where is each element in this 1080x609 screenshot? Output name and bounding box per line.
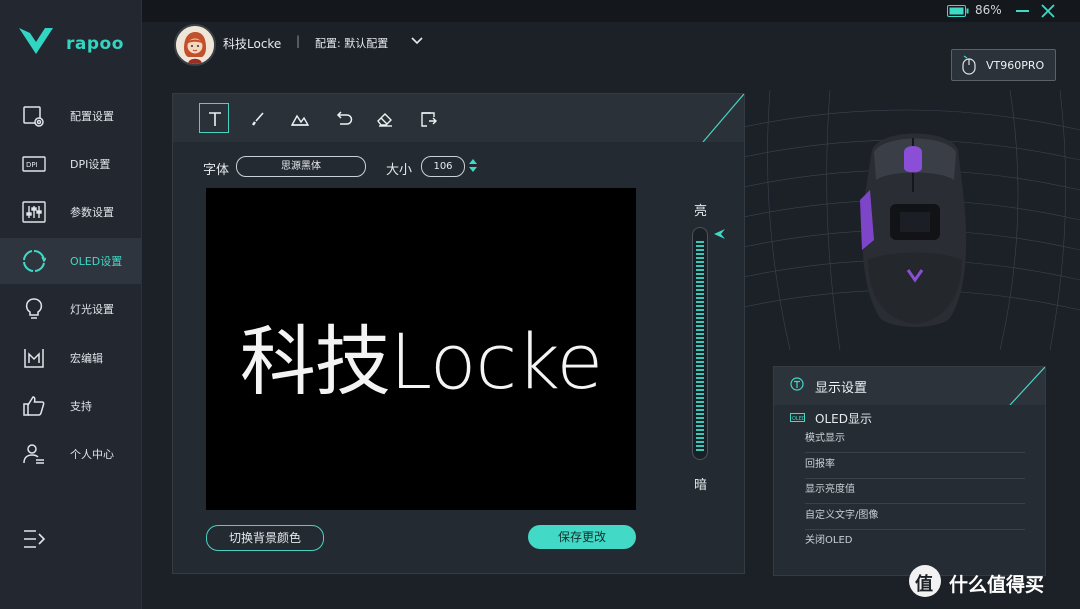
size-label: 大小 bbox=[386, 163, 413, 178]
font-label: 字体 bbox=[203, 163, 230, 178]
size-input[interactable]: 106 bbox=[421, 156, 465, 177]
sidebar-item-label: 支持 bbox=[70, 400, 92, 413]
rapoo-logo-mark bbox=[19, 28, 53, 54]
avatar[interactable] bbox=[174, 24, 216, 66]
sidebar-item-dpi[interactable]: DPI DPI设置 bbox=[0, 141, 141, 187]
config-selector-label[interactable]: 配置: 默认配置 bbox=[315, 35, 388, 51]
brightness-max-label: 亮 bbox=[694, 204, 708, 219]
collapse-menu-icon[interactable] bbox=[22, 528, 46, 550]
sidebar-item-profile[interactable]: 个人中心 bbox=[0, 431, 141, 477]
device-selector[interactable]: VT960PRO bbox=[951, 49, 1056, 81]
oled-editor-panel: 字体 思源黑体 大小 106 科技Locke 亮 暗 切换背景颜色 保存更改 bbox=[172, 93, 745, 574]
switch-background-button[interactable]: 切换背景颜色 bbox=[206, 525, 324, 551]
device-name: VT960PRO bbox=[986, 59, 1045, 72]
text-circle-icon bbox=[790, 377, 804, 391]
save-button[interactable]: 保存更改 bbox=[528, 525, 636, 549]
settings-item-custom-text[interactable]: 自定义文字/图像 bbox=[805, 504, 1025, 530]
sidebar-item-label: DPI设置 bbox=[70, 158, 111, 171]
sidebar-item-oled[interactable]: OLED设置 bbox=[0, 238, 141, 284]
slider-pointer-icon[interactable] bbox=[713, 228, 725, 240]
eraser-icon bbox=[377, 113, 392, 127]
undo-button[interactable] bbox=[328, 103, 358, 133]
oled-display-icon: OLED bbox=[790, 413, 805, 422]
oled-preview-canvas[interactable]: 科技Locke bbox=[206, 188, 636, 510]
watermark-text: 什么值得买 bbox=[949, 574, 1045, 596]
settings-title: 显示设置 bbox=[815, 381, 868, 396]
oled-icon bbox=[23, 250, 46, 272]
brightness-slider[interactable] bbox=[692, 227, 708, 460]
username: 科技Locke bbox=[223, 37, 282, 51]
font-select[interactable]: 思源黑体 bbox=[236, 156, 366, 177]
display-settings-panel: 显示设置 OLED OLED显示 模式显示 回报率 显示亮度值 自定义文字/图像… bbox=[773, 366, 1046, 576]
battery-percent: 86% bbox=[975, 3, 1002, 17]
sidebar-item-label: 参数设置 bbox=[70, 206, 114, 219]
oled-display-label: OLED显示 bbox=[815, 412, 872, 426]
svg-text:DPI: DPI bbox=[26, 161, 38, 169]
sidebar-item-config[interactable]: 配置设置 bbox=[0, 93, 141, 139]
sidebar-item-lighting[interactable]: 灯光设置 bbox=[0, 286, 141, 332]
settings-item-mode[interactable]: 模式显示 bbox=[805, 427, 1025, 453]
brush-icon bbox=[252, 112, 264, 126]
size-stepper-icon[interactable] bbox=[469, 158, 477, 173]
mouse-illustration bbox=[860, 133, 967, 327]
brightness-min-label: 暗 bbox=[694, 478, 708, 493]
eraser-button[interactable] bbox=[369, 103, 399, 133]
toolbar-corner-accent bbox=[702, 94, 744, 142]
export-icon bbox=[421, 112, 437, 127]
export-button[interactable] bbox=[412, 103, 442, 133]
minimize-icon[interactable] bbox=[1016, 10, 1029, 12]
watermark-logo-char: 值 bbox=[915, 574, 933, 595]
canvas-text: 科技Locke bbox=[239, 317, 603, 406]
params-icon bbox=[22, 201, 46, 223]
config-icon bbox=[23, 106, 44, 127]
sidebar-item-macro[interactable]: 宏编辑 bbox=[0, 335, 141, 381]
text-tool-icon bbox=[209, 112, 221, 126]
sidebar-item-label: 配置设置 bbox=[70, 110, 114, 123]
macro-icon bbox=[24, 349, 44, 368]
user-icon bbox=[23, 444, 44, 464]
sidebar-item-label: 个人中心 bbox=[70, 448, 114, 461]
title-bar: 86% bbox=[0, 0, 1080, 22]
settings-item-report-rate[interactable]: 回报率 bbox=[805, 453, 1025, 479]
avatar-illustration bbox=[176, 26, 214, 64]
site-watermark: 值 什么值得买 bbox=[909, 565, 1079, 599]
settings-corner-accent bbox=[1009, 367, 1045, 405]
settings-item-oled-off[interactable]: 关闭OLED bbox=[805, 529, 1025, 554]
settings-item-brightness[interactable]: 显示亮度值 bbox=[805, 478, 1025, 504]
brand-name: rapoo bbox=[66, 34, 124, 54]
brush-tool-button[interactable] bbox=[242, 103, 272, 133]
svg-text:OLED: OLED bbox=[792, 416, 805, 422]
image-tool-button[interactable] bbox=[284, 103, 314, 133]
sidebar: rapoo 配置设置 DPI DPI设置 参数设置 OLED设置 灯光设置 宏编… bbox=[0, 0, 142, 609]
sidebar-item-params[interactable]: 参数设置 bbox=[0, 189, 141, 235]
dpi-icon: DPI bbox=[22, 156, 46, 172]
bulb-icon bbox=[25, 298, 43, 319]
brightness-slider-fill bbox=[696, 241, 704, 453]
sidebar-item-label: 宏编辑 bbox=[70, 352, 103, 365]
image-icon bbox=[291, 114, 309, 126]
brand-logo: rapoo bbox=[18, 26, 138, 60]
mouse-icon bbox=[962, 55, 976, 75]
battery-icon bbox=[947, 5, 969, 17]
thumbs-up-icon bbox=[23, 396, 45, 416]
watermark-logo: 值 bbox=[909, 565, 941, 597]
close-icon[interactable] bbox=[1041, 4, 1055, 18]
header-separator: | bbox=[296, 34, 301, 48]
sidebar-item-label: OLED设置 bbox=[70, 255, 123, 268]
sidebar-item-support[interactable]: 支持 bbox=[0, 383, 141, 429]
text-tool-button[interactable] bbox=[199, 103, 229, 133]
undo-icon bbox=[336, 111, 353, 125]
chevron-down-icon[interactable] bbox=[411, 36, 423, 46]
sidebar-item-label: 灯光设置 bbox=[70, 303, 114, 316]
